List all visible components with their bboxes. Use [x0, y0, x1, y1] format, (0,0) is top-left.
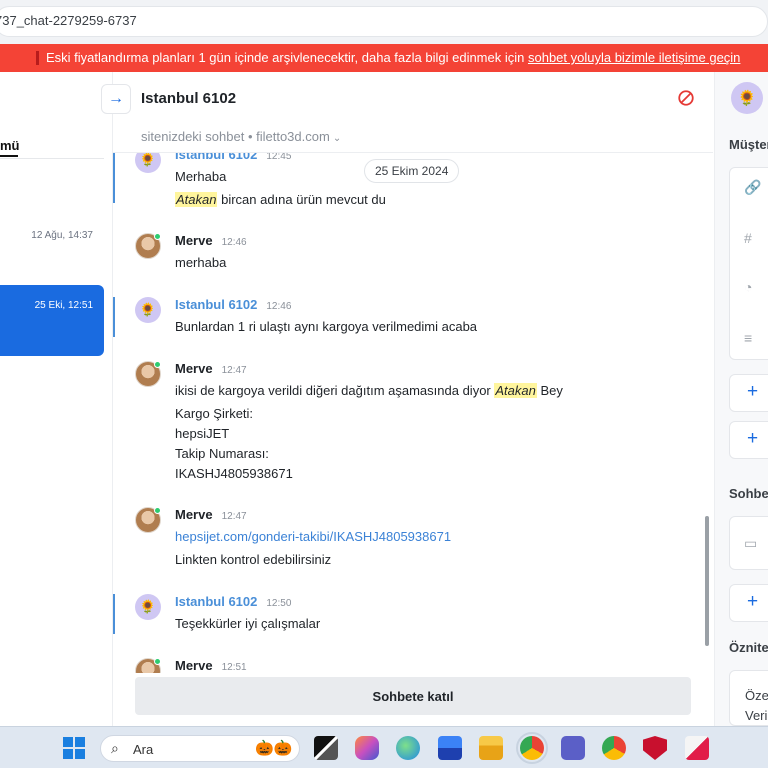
chat-title: Istanbul 6102 [141, 90, 237, 107]
date-separator: 25 Ekim 2024 [364, 159, 460, 183]
taskbar: ⌕ Ara 🎃🎃 [0, 726, 768, 768]
file-explorer-icon[interactable] [479, 736, 503, 760]
sunflower-icon: 🌻 [139, 599, 157, 614]
windows-start-icon[interactable] [63, 737, 85, 759]
list-tab[interactable]: mü [0, 138, 20, 153]
search-icon: ⌕ [111, 740, 119, 756]
link-icon[interactable]: 🔗 [744, 179, 761, 196]
banner-marker [36, 51, 39, 65]
online-indicator [154, 507, 161, 514]
attribute-label: Öze [745, 688, 768, 703]
online-indicator [154, 233, 161, 240]
customer-bar [113, 153, 115, 203]
message-sender: Istanbul 6102 12:45 [175, 153, 292, 162]
add-icon[interactable]: + [747, 381, 758, 403]
snipping-tool-icon[interactable] [685, 736, 709, 760]
taskbar-search[interactable]: ⌕ Ara 🎃🎃 [100, 735, 300, 762]
store-icon[interactable] [438, 736, 462, 760]
pumpkins-icon: 🎃🎃 [255, 740, 293, 757]
online-indicator [154, 361, 161, 368]
chart-icon[interactable]: ◔ [744, 279, 752, 295]
customer-bar [113, 297, 115, 337]
section-title: Müşter [729, 137, 768, 152]
customer-bar [113, 594, 115, 634]
tab-underline [0, 155, 18, 157]
teams-icon[interactable] [561, 736, 585, 760]
banner-text: Eski fiyatlandırma planları 1 gün içinde… [46, 50, 741, 65]
chat-source[interactable]: sitenizdeki sohbet • filetto3d.com ⌄ [141, 129, 341, 144]
attribute-label: Veri [745, 708, 768, 723]
divider [0, 158, 104, 159]
message-sender: Merve 12:47 [175, 507, 247, 522]
message-time: 12:45 [266, 153, 292, 162]
chevron-down-icon: ⌄ [332, 133, 342, 144]
conversation-time: 25 Eki, 12:51 [34, 300, 93, 311]
customer-avatar: 🌻 [135, 297, 161, 323]
conversation-list: mü 12 Ağu, 14:37 25 Eki, 12:51 [0, 72, 112, 726]
sunflower-icon: 🌻 [139, 302, 157, 317]
hash-icon[interactable]: # [744, 230, 752, 246]
message-sender: Istanbul 6102 12:46 [175, 297, 292, 312]
mcafee-icon[interactable] [643, 736, 667, 760]
sunflower-icon: 🌻 [139, 153, 157, 167]
conversation-item-selected[interactable]: 25 Eki, 12:51 [0, 285, 104, 356]
message-time: 12:46 [221, 237, 247, 248]
browser-toolbar: 737_chat-2279259-6737 [0, 0, 768, 44]
message-body: merhaba [175, 255, 227, 270]
message-time: 12:46 [266, 301, 292, 312]
message-sender: Merve 12:51 [175, 658, 247, 673]
message-list[interactable]: 🌻 Istanbul 6102 12:45 Merhaba Atakan birc… [113, 153, 713, 673]
url-text[interactable]: 737_chat-2279259-6737 [0, 13, 137, 28]
mention[interactable]: Atakan [175, 192, 218, 207]
conversation-time[interactable]: 12 Ağu, 14:37 [31, 230, 93, 241]
message-time: 12:47 [221, 511, 247, 522]
message-sender: Istanbul 6102 12:50 [175, 594, 292, 609]
address-bar[interactable]: 737_chat-2279259-6737 [0, 6, 768, 37]
customer-avatar: 🌻 [135, 153, 161, 173]
notes-icon[interactable]: ≡ [744, 330, 752, 346]
mention[interactable]: Atakan [494, 383, 537, 398]
chrome-profile-icon[interactable] [516, 732, 548, 764]
edge-icon[interactable] [396, 736, 420, 760]
online-indicator [154, 658, 161, 665]
arrow-right-icon: → [108, 90, 124, 107]
message-time: 12:51 [221, 662, 247, 673]
task-view-icon[interactable] [314, 736, 338, 760]
message-body: Teşekkürler iyi çalışmalar [175, 616, 321, 631]
copilot-icon[interactable] [355, 736, 379, 760]
contact-link[interactable]: sohbet yoluyla bizimle iletişime geçin [528, 50, 740, 65]
block-icon[interactable] [677, 89, 695, 107]
details-sidebar: 🌻 Müşter 🔗 # ◔ ≡ + + Sohbet ▭ + Öznite Ö… [714, 72, 768, 726]
add-icon[interactable]: + [747, 428, 758, 450]
collapse-button[interactable]: → [101, 84, 131, 114]
message-sender: Merve 12:46 [175, 233, 247, 248]
tracking-link[interactable]: hepsijet.com/gonderi-takibi/IKASHJ480593… [175, 527, 695, 547]
chat-header: → Istanbul 6102 [101, 72, 713, 124]
chat-panel: → Istanbul 6102 sitenizdeki sohbet • fil… [101, 72, 713, 726]
scrollbar[interactable] [705, 516, 709, 646]
customer-avatar: 🌻 [135, 594, 161, 620]
book-icon[interactable]: ▭ [744, 535, 757, 552]
add-icon[interactable]: + [747, 591, 758, 613]
chrome-icon[interactable] [602, 736, 626, 760]
search-label: Ara [133, 742, 154, 757]
section-title: Sohbet [729, 486, 768, 501]
message-body: hepsijet.com/gonderi-takibi/IKASHJ480593… [175, 527, 695, 570]
message-time: 12:50 [266, 598, 292, 609]
message-sender: Merve 12:47 [175, 361, 247, 376]
message-body: ikisi de kargoya verildi diğeri dağıtım … [175, 383, 563, 481]
join-chat-button[interactable]: Sohbete katıl [135, 677, 691, 715]
section-title: Öznite [729, 640, 768, 655]
message-body: Bunlardan 1 ri ulaştı aynı kargoya veril… [175, 319, 478, 334]
archive-notice-banner: Eski fiyatlandırma planları 1 gün içinde… [0, 44, 768, 72]
customer-avatar: 🌻 [731, 82, 763, 114]
message-time: 12:47 [221, 365, 247, 376]
sunflower-icon: 🌻 [737, 90, 757, 107]
